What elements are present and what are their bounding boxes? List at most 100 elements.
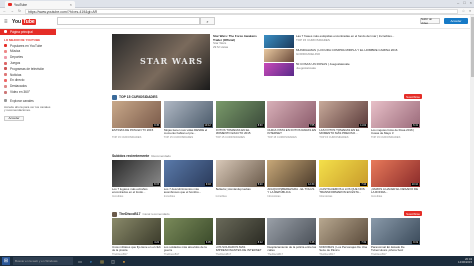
video-title[interactable]: NOROMAS | Los Personajes De Una Serie de… (319, 246, 368, 253)
upload-button[interactable]: Subir un video (420, 17, 440, 25)
store-icon[interactable]: ◫ (109, 257, 117, 265)
video-card[interactable]: 8:12 LOS SOLDADOS MÁS IMPRESIONANTES DE I… (215, 218, 265, 256)
scrollbar-thumb[interactable] (470, 17, 474, 77)
video-title[interactable]: Ninjas tienen sus vidas DESDE el momento… (164, 129, 213, 136)
subscribe-button[interactable]: Suscribirse (404, 94, 422, 99)
close-tab-icon[interactable]: × (70, 2, 72, 7)
video-thumbnail[interactable]: 7:31 (319, 218, 369, 245)
video-card[interactable]: 4:22 Unos militares que fijo tiene en el … (112, 218, 161, 256)
video-thumbnail[interactable]: 12:30 (267, 160, 317, 187)
video-card[interactable]: 6:05 Los soldados más atrevidos de la gue… (163, 218, 213, 256)
video-card[interactable]: 9:45 ESTRIAS DE PATA EN TV 2015 TOP 15 CUR… (112, 101, 161, 139)
video-card[interactable]: 11:02 LAS FOTOS TOMADAS EN EL MOMENTO MÁS… (319, 101, 369, 139)
video-thumbnail[interactable]: 10:12 (163, 101, 213, 128)
channel-avatar-icon[interactable] (112, 94, 117, 100)
star-icon[interactable]: ☆ (462, 9, 465, 13)
shelf-title[interactable]: TheDiscoB17 (119, 212, 140, 216)
channel-avatar-icon[interactable] (112, 211, 117, 217)
reload-icon[interactable]: ↻ (18, 9, 21, 13)
video-card[interactable]: 9:03 Los 7 descubrimientos más asombrosos… (163, 160, 213, 198)
list-item[interactable]: Las 7 frases más estúpidas encontradas e… (264, 34, 424, 49)
video-title[interactable]: AFAQUIOSBEREZGRA - EL TOLUS Y LA REPÚBLI… (267, 188, 316, 195)
video-title[interactable]: CHICA VISTA EN FOTOS RARAS EN INTERNET (267, 129, 316, 136)
video-thumbnail[interactable]: 9:03 (163, 160, 213, 187)
video-title[interactable]: Los 7 descubrimientos más asombrosos que… (164, 188, 213, 195)
close-window-icon[interactable]: × (470, 0, 472, 5)
video-thumbnail[interactable]: 9:19 (370, 218, 420, 245)
video-thumbnail[interactable]: 8:15 (112, 160, 161, 187)
youtube-logo[interactable]: You Tube (12, 18, 36, 25)
video-title[interactable]: Los soldados más atrevidos de la guerra (164, 246, 213, 253)
video-title[interactable]: Los mejores fotos de Rosa 2016 | Cosas d… (371, 129, 420, 136)
sidebar-item-label: Música (10, 49, 21, 54)
minimize-icon[interactable]: – (457, 0, 459, 5)
video-thumbnail[interactable]: 8:30 (215, 101, 265, 128)
video-thumbnail[interactable] (264, 63, 294, 76)
video-title[interactable]: ¡CASTIGUEMOS A LOS QUE NOS TRANSFORMARON… (319, 188, 368, 195)
sidebar-signin-button[interactable]: Acceder (4, 115, 24, 121)
taskbar-clock[interactable]: 20:04 14/06/2015 (458, 257, 472, 265)
video-card[interactable]: 9:19 Paranormal En Estado De Tuberculosis… (370, 218, 420, 256)
video-thumbnail[interactable]: 7:55 (267, 101, 317, 128)
video-thumbnail[interactable]: 4:22 (112, 218, 161, 245)
video-thumbnail[interactable]: 7:44 (319, 160, 369, 187)
file-explorer-icon[interactable]: ▤ (98, 257, 106, 265)
chrome-icon[interactable]: ● (120, 257, 128, 265)
video-title[interactable]: Unos militares que fijo tiene en el club… (112, 246, 161, 253)
video-card[interactable]: 7:55 CHICA VISTA EN FOTOS RARAS EN INTERN… (267, 101, 317, 139)
video-title[interactable]: FOTOS TOMADAS EN EL MOMENTO EXACTO 2015 (216, 129, 265, 136)
signin-button[interactable]: Acceder (444, 18, 468, 24)
list-item[interactable]: 50 COSAS UN ROSAS | Juegoslatovale Juegos… (264, 62, 424, 77)
sidebar-item-360[interactable]: Video en 360° (0, 89, 56, 95)
taskbar-search[interactable]: Buscar en la web y en Windows (13, 257, 73, 265)
video-card[interactable]: 12:30 AFAQUIOSBEREZGRA - EL TOLUS Y LA RE… (267, 160, 317, 198)
search-input[interactable] (57, 17, 200, 25)
search-button[interactable]: ⌕ (200, 17, 215, 25)
video-card[interactable]: 7:44 ¡CASTIGUEMOS A LOS QUE NOS TRANSFORM… (319, 160, 369, 198)
edge-icon[interactable]: e (87, 257, 95, 265)
shelf-title[interactable]: Subidos recientemente (112, 154, 149, 158)
back-icon[interactable]: ← (3, 9, 7, 13)
shelf-title[interactable]: TOP 15 CURIOSIDADES (119, 95, 158, 99)
page-scrollbar[interactable] (470, 15, 474, 256)
video-thumbnail[interactable]: 10:10 (370, 160, 420, 187)
video-thumbnail[interactable]: 5:20 (215, 160, 265, 187)
video-thumbnail[interactable] (264, 35, 294, 48)
video-title[interactable]: Los 7 lugares más extraños encontrados e… (112, 188, 161, 195)
video-card[interactable]: 7:31 NOROMAS | Los Personajes De Una Seri… (319, 218, 369, 256)
video-thumbnail[interactable]: 9:45 (112, 101, 161, 128)
browser-tab[interactable]: YouTube × (5, 1, 75, 8)
video-thumbnail[interactable]: 8:12 (215, 218, 265, 245)
video-card[interactable]: 8:15 Los 7 lugares más extraños encontrad… (112, 160, 161, 198)
guide-menu-icon[interactable]: ≡ (4, 19, 10, 25)
video-title[interactable]: ¡VAMOS A HACER EL DESAFÍO DE LA RONDA... (371, 188, 420, 195)
url-field[interactable]: https://www.youtube.com/?hl=es-419&gl=AR (24, 8, 458, 14)
start-button[interactable]: ⊞ (2, 257, 10, 265)
video-thumbnail[interactable]: 6:41 (370, 101, 420, 128)
video-card[interactable]: 8:30 FOTOS TOMADAS EN EL MOMENTO EXACTO 2… (215, 101, 265, 139)
menu-icon[interactable]: ≡ (469, 9, 471, 13)
video-title[interactable]: LAS FOTOS TOMADAS EN EL MOMENTO MÁS PREC… (319, 129, 368, 136)
video-title[interactable]: LOS SOLDADOS MÁS IMPRESIONANTES DE INTER… (216, 246, 265, 253)
maximize-icon[interactable]: □ (463, 0, 465, 5)
task-view-icon[interactable]: ▭ (76, 257, 84, 265)
video-title[interactable]: ESTRIAS DE PATA EN TV 2015 (112, 129, 161, 136)
video-card[interactable]: 5:20 Bellavía | Asmándupruebas Increíbles (215, 160, 265, 198)
video-thumbnail[interactable]: 5:48 (267, 218, 317, 245)
video-thumbnail[interactable]: 11:02 (319, 101, 369, 128)
duration-badge: 11:02 (359, 124, 368, 127)
video-title[interactable]: Paranormal En Estado De Tuberculosis ¡Ah… (371, 246, 420, 253)
video-card[interactable]: 5:48 Desplazamiento de la policía entre l… (267, 218, 317, 256)
featured-video-thumbnail[interactable]: STAR WARS (112, 34, 210, 90)
video-title[interactable]: Desplazamiento de la policía entre las c… (267, 246, 316, 253)
video-card[interactable]: 6:41 Los mejores fotos de Rosa 2016 | Cos… (370, 101, 420, 139)
subscribe-button[interactable]: Suscribirse (404, 211, 422, 216)
forward-icon[interactable]: → (11, 9, 15, 13)
list-item[interactable]: MUNDIALMAS | LOCURA COMPRA MIRPLA Y EL H… (264, 48, 424, 63)
video-card[interactable]: 10:10 ¡VAMOS A HACER EL DESAFÍO DE LA RON… (370, 160, 420, 198)
video-meta: Increíbles (163, 194, 176, 198)
video-card[interactable]: 10:12 Ninjas tienen sus vidas DESDE el mo… (163, 101, 213, 139)
video-title[interactable]: Bellavía | Asmándupruebas (216, 188, 265, 195)
video-thumbnail[interactable] (264, 49, 294, 62)
video-thumbnail[interactable]: 6:05 (163, 218, 213, 245)
